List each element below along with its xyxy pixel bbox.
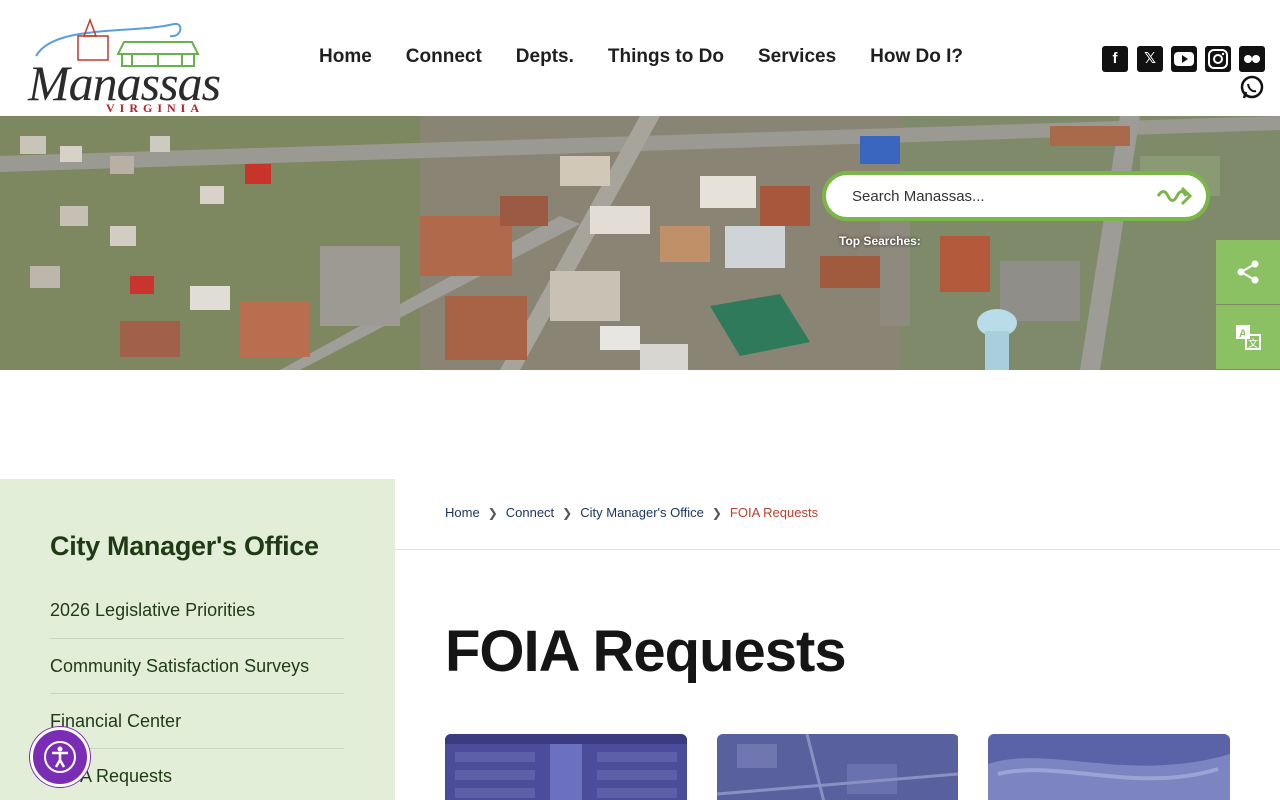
- site-header: Manassas VIRGINIA Home Connect Depts. Th…: [0, 0, 1280, 116]
- search-submit-icon[interactable]: [1156, 182, 1196, 210]
- whatsapp-icon[interactable]: [1239, 74, 1265, 100]
- chevron-right-icon: ❯: [487, 505, 498, 520]
- sidebar-item-foia-requests[interactable]: FOIA Requests: [50, 749, 344, 800]
- breadcrumb-home[interactable]: Home: [445, 505, 480, 520]
- accessibility-icon: [44, 741, 76, 773]
- translate-icon: A 文: [1236, 325, 1261, 350]
- manassas-logo[interactable]: Manassas VIRGINIA: [14, 14, 221, 115]
- sidebar-item-satisfaction-surveys[interactable]: Community Satisfaction Surveys: [50, 639, 344, 694]
- chevron-right-icon: ❯: [711, 505, 722, 520]
- feature-card-archive[interactable]: [445, 734, 687, 800]
- site-search: [822, 171, 1210, 221]
- accessibility-button[interactable]: [30, 727, 90, 787]
- search-input[interactable]: [852, 183, 1142, 209]
- translate-button[interactable]: A 文: [1216, 305, 1280, 369]
- site-plan-image: [988, 734, 1230, 800]
- archive-shelves-image: [445, 734, 687, 800]
- sidebar-item-financial-center[interactable]: Financial Center: [50, 694, 344, 749]
- nav-services[interactable]: Services: [741, 44, 853, 70]
- x-icon[interactable]: 𝕏: [1137, 46, 1163, 72]
- main-nav: Home Connect Depts. Things to Do Service…: [302, 44, 980, 70]
- breadcrumb-connect[interactable]: Connect: [506, 505, 554, 520]
- svg-text:文: 文: [1248, 337, 1258, 350]
- share-icon: [1237, 260, 1259, 284]
- sidebar-title[interactable]: City Manager's Office: [50, 531, 319, 562]
- share-button[interactable]: [1216, 240, 1280, 304]
- facebook-icon[interactable]: f: [1102, 46, 1128, 72]
- breadcrumb-divider: [395, 549, 1280, 550]
- breadcrumb-current: FOIA Requests: [729, 505, 819, 520]
- chevron-right-icon: ❯: [562, 505, 573, 520]
- sidebar-menu: 2026 Legislative Priorities Community Sa…: [50, 583, 344, 800]
- flickr-icon[interactable]: [1239, 46, 1265, 72]
- sidebar-item-legislative-priorities[interactable]: 2026 Legislative Priorities: [50, 583, 344, 639]
- nav-how-do-i[interactable]: How Do I?: [853, 44, 980, 70]
- breadcrumb: Home ❯ Connect ❯ City Manager's Office ❯…: [445, 505, 818, 520]
- nav-connect[interactable]: Connect: [389, 44, 499, 70]
- aerial-town-illustration: [0, 116, 1280, 370]
- feature-card-aerial[interactable]: [717, 734, 959, 800]
- nav-things-to-do[interactable]: Things to Do: [591, 44, 741, 70]
- page-title: FOIA Requests: [445, 619, 847, 684]
- nav-depts[interactable]: Depts.: [499, 44, 591, 70]
- nav-home[interactable]: Home: [302, 44, 389, 70]
- youtube-icon[interactable]: [1171, 46, 1197, 72]
- hero-aerial-image: [0, 116, 1280, 370]
- instagram-icon[interactable]: [1205, 46, 1231, 72]
- breadcrumb-city-managers-office[interactable]: City Manager's Office: [580, 505, 704, 520]
- top-searches-label: Top Searches:: [839, 234, 921, 248]
- logo-subtitle: VIRGINIA: [106, 101, 205, 115]
- aerial-map-image: [717, 734, 959, 800]
- feature-card-site-plan[interactable]: [988, 734, 1230, 800]
